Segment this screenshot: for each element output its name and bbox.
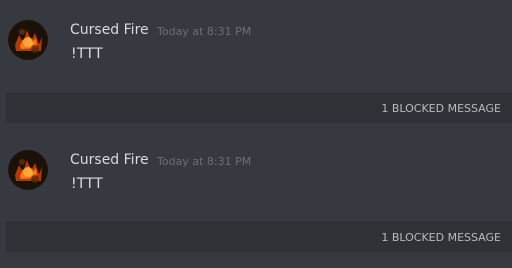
message-content: !TTT [71, 46, 103, 62]
message-group: Cursed Fire Today at 8:31 PM !TTT [0, 150, 512, 210]
blocked-messages-bar[interactable]: 1 BLOCKED MESSAGE [6, 93, 512, 123]
chat-messages: Cursed Fire Today at 8:31 PM !TTT 1 BLOC… [0, 0, 512, 268]
blocked-messages-label[interactable]: 1 BLOCKED MESSAGE [381, 231, 501, 244]
blocked-messages-bar[interactable]: 1 BLOCKED MESSAGE [6, 222, 512, 252]
message-content: !TTT [71, 176, 103, 192]
blocked-messages-label[interactable]: 1 BLOCKED MESSAGE [381, 102, 501, 115]
message-group: Cursed Fire Today at 8:31 PM !TTT [0, 20, 512, 80]
fire-avatar-icon[interactable] [8, 150, 48, 190]
username[interactable]: Cursed Fire [70, 152, 149, 169]
timestamp: Today at 8:31 PM [157, 25, 252, 38]
timestamp: Today at 8:31 PM [157, 155, 252, 168]
fire-avatar-icon[interactable] [8, 20, 48, 60]
username[interactable]: Cursed Fire [70, 22, 149, 39]
